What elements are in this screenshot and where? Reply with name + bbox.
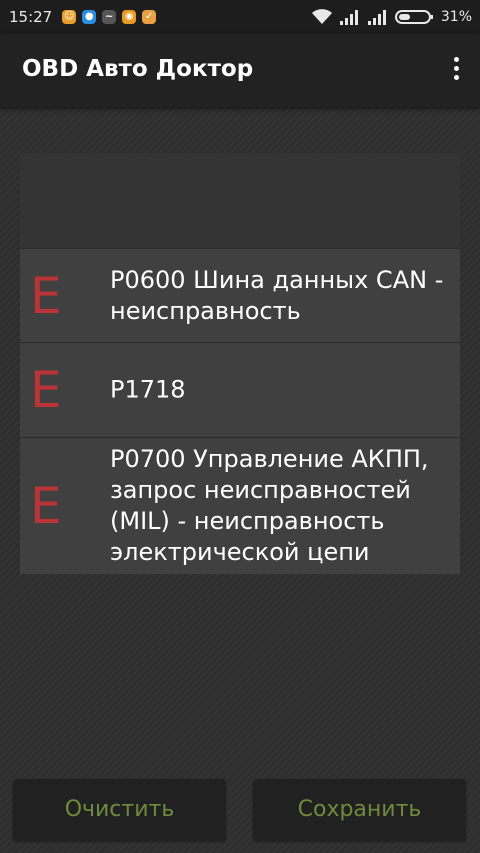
wifi-icon [311, 9, 332, 24]
error-list-panel: E P0600 Шина данных CAN - неисправность … [20, 153, 460, 574]
chat-icon: ◉ [122, 10, 137, 24]
battery-percent: 31% [440, 9, 472, 25]
status-time: 15:27 [9, 8, 53, 26]
error-marker-icon: E [30, 361, 62, 419]
clear-button[interactable]: Очистить [13, 779, 226, 841]
status-bar: 15:27 ☺ ● ~ ◉ ✓ 31% [0, 0, 480, 34]
signal-icon [339, 10, 358, 25]
smiley-icon: ☺ [62, 10, 77, 24]
error-marker-icon: E [30, 477, 62, 535]
error-marker-icon: E [30, 266, 62, 325]
notification-icons: ☺ ● ~ ◉ ✓ [62, 10, 157, 24]
error-text: P0700 Управление АКПП, запрос неисправно… [110, 445, 429, 566]
list-item[interactable]: E P0700 Управление АКПП, запрос неисправ… [20, 437, 460, 574]
status-right: 31% [311, 0, 472, 34]
panel-header [20, 153, 460, 248]
bell-icon: ✓ [142, 10, 157, 24]
app-bar: OBD Авто Доктор [0, 34, 480, 107]
drop-icon: ● [82, 10, 97, 24]
battery-icon [394, 10, 433, 24]
error-text: P1718 [110, 375, 186, 404]
save-button[interactable]: Сохранить [253, 779, 466, 841]
app-title: OBD Авто Доктор [22, 56, 254, 82]
list-item[interactable]: E P0600 Шина данных CAN - неисправность [20, 248, 460, 342]
wave-icon: ~ [102, 10, 117, 24]
overflow-menu-icon[interactable] [450, 57, 462, 85]
list-item[interactable]: E P1718 [20, 342, 460, 437]
error-text: P0600 Шина данных CAN - неисправность [110, 265, 444, 325]
signal-icon-2 [367, 10, 386, 25]
